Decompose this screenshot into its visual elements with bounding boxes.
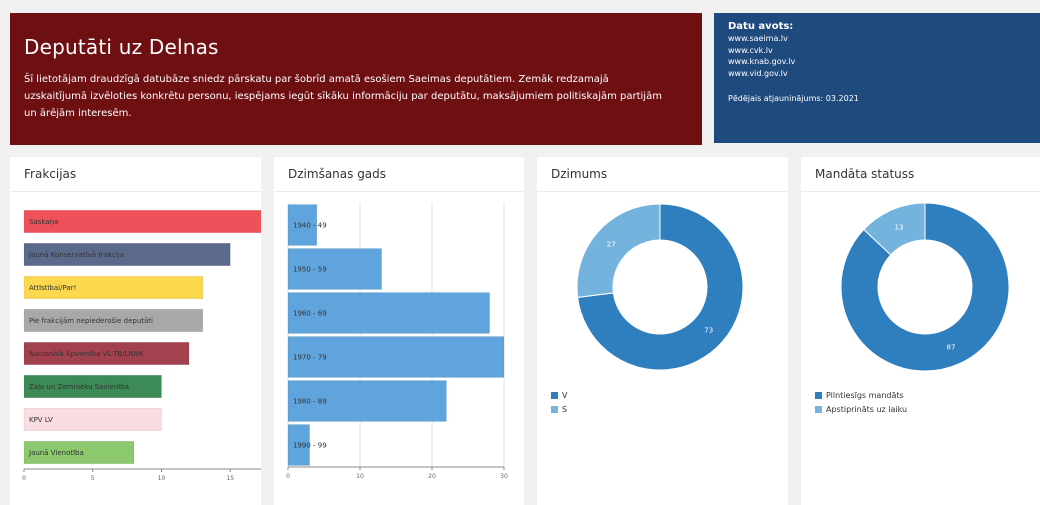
x-tick-label: 10 <box>356 473 364 480</box>
legend-item[interactable]: V <box>551 388 567 402</box>
data-source-panel: Datu avots: www.saeima.lv www.cvk.lv www… <box>714 13 1040 143</box>
gender-card: Dzimums 73 27 V S <box>537 157 788 505</box>
pie-slice <box>576 203 661 298</box>
bar-label: 1940 - 49 <box>293 222 327 230</box>
page-title: Deputāti uz Delnas <box>24 35 219 59</box>
slice-label: 27 <box>607 241 616 249</box>
birth-year-chart: 0 10 20 30 1940 - 49 1950 - 59 1960 - 69 1970 -… <box>286 203 508 480</box>
bar-label: 1950 - 59 <box>293 266 327 274</box>
header-banner: Deputāti uz Delnas Šī lietotājam draudzī… <box>10 13 702 145</box>
legend-label: V <box>562 390 568 400</box>
bar-label: Jaunā Konservatīvā frakcija <box>28 251 124 259</box>
mandate-card: Mandāta statuss 87 13 Pilntiesīgs mandāts… <box>801 157 1040 505</box>
legend-swatch <box>815 391 822 399</box>
bar-label: KPV LV <box>29 416 53 424</box>
legend-item[interactable]: Pilntiesīgs mandāts <box>815 388 907 402</box>
x-tick-label: 0 <box>22 475 26 482</box>
bar-label: Attīstībai/Par! <box>29 284 76 292</box>
page-description: Šī lietotājam draudzīgā datubāze sniedz … <box>24 74 662 119</box>
last-updated: Pēdējais atjauninājums: 03.2021 <box>728 94 859 103</box>
legend-label: Pilntiesīgs mandāts <box>826 390 904 400</box>
legend-swatch <box>551 405 558 413</box>
legend-item[interactable]: Apstiprināts uz laiku <box>815 402 907 416</box>
x-tick-label: 30 <box>500 473 508 480</box>
bar-label: 1980 - 89 <box>293 398 327 406</box>
bar-label: 1990 - 99 <box>293 442 327 450</box>
source-link[interactable]: www.cvk.lv <box>728 45 1026 57</box>
gender-chart: 73 27 <box>576 203 744 371</box>
x-tick-label: 20 <box>428 473 436 480</box>
slice-label: 13 <box>895 223 904 231</box>
slice-label: 73 <box>704 326 713 334</box>
bar-label: 1960 - 69 <box>293 310 327 318</box>
bar-label: Zaļo un Zemnieku Savienība <box>29 383 129 392</box>
mandate-chart: 87 13 <box>840 202 1010 372</box>
fractions-chart: 0 5 10 15 Saskaņa Jaunā Konservatīvā frakcija… <box>22 210 261 482</box>
fractions-card: Frakcijas 0 5 10 15 Saskaņa Jaunā Konservatīv… <box>10 157 261 505</box>
bar-label: Pie frakcijām nepiederošie deputāti <box>29 317 153 325</box>
bar-label: Nacionālā Apvienība VL-TB/LNNK <box>29 350 144 358</box>
source-link[interactable]: www.knab.gov.lv <box>728 56 1026 68</box>
data-source-title: Datu avots: <box>728 21 794 32</box>
legend-swatch <box>551 391 558 399</box>
source-link[interactable]: www.saeima.lv <box>728 33 1026 45</box>
x-tick-label: 0 <box>286 473 290 480</box>
x-tick-label: 5 <box>91 475 95 482</box>
birth-year-card: Dzimšanas gads 0 10 20 30 1940 - 49 1950 - 59… <box>274 157 524 505</box>
legend-label: Apstiprināts uz laiku <box>826 404 908 414</box>
legend-label: S <box>562 404 568 414</box>
mandate-legend: Pilntiesīgs mandāts Apstiprināts uz laik… <box>815 388 907 416</box>
legend-item[interactable]: S <box>551 402 567 416</box>
slice-label: 87 <box>947 344 956 352</box>
bar-label: 1970 - 79 <box>293 354 327 362</box>
x-tick-label: 10 <box>158 475 166 482</box>
bar-label: Saskaņa <box>29 218 58 227</box>
source-link[interactable]: www.vid.gov.lv <box>728 68 1026 80</box>
x-tick-label: 15 <box>226 475 234 482</box>
bar-label: Jaunā Vienotība <box>28 449 84 457</box>
gender-legend: V S <box>551 388 567 416</box>
legend-swatch <box>815 405 822 413</box>
bar <box>23 210 261 233</box>
